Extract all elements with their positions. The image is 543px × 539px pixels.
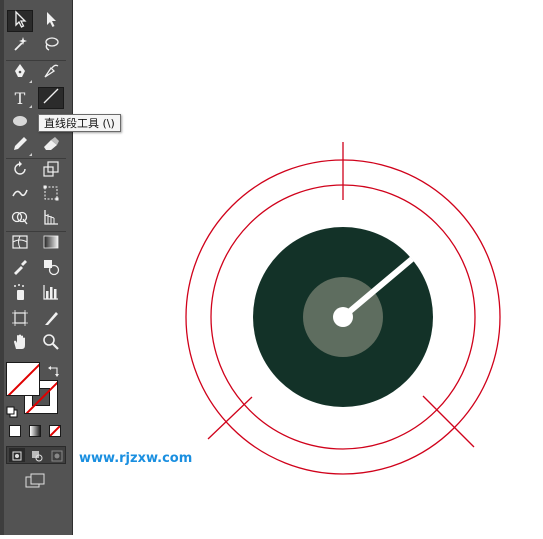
lasso-tool[interactable] xyxy=(38,35,64,57)
draw-behind-button[interactable] xyxy=(29,448,45,462)
type-tool[interactable]: T xyxy=(7,87,33,109)
needle-pivot xyxy=(333,307,353,327)
eraser-icon xyxy=(42,135,60,157)
line-segment-tool[interactable] xyxy=(38,87,64,109)
draw-mode-group xyxy=(6,446,66,464)
panel-grip[interactable] xyxy=(0,0,4,535)
symbol-sprayer-tool[interactable] xyxy=(7,283,33,305)
flyout-indicator xyxy=(29,80,32,83)
shape-builder-icon xyxy=(11,208,29,230)
draw-normal-icon xyxy=(12,451,22,461)
draw-normal-button[interactable] xyxy=(9,448,25,462)
free-transform-tool[interactable] xyxy=(38,184,64,206)
eyedropper-icon xyxy=(11,258,29,280)
direct-selection-tool[interactable] xyxy=(38,10,64,32)
gradient-mode-button[interactable] xyxy=(29,425,41,437)
artboard-tool[interactable] xyxy=(7,309,33,331)
toolbar-divider xyxy=(6,231,66,232)
slice-tool[interactable] xyxy=(38,309,64,331)
scale-icon xyxy=(42,160,60,182)
curvature-tool[interactable] xyxy=(38,62,64,84)
screen-mode-icon xyxy=(25,473,45,488)
pen-tool[interactable] xyxy=(7,62,33,84)
column-graph-tool[interactable] xyxy=(38,283,64,305)
ellipse-tool[interactable] xyxy=(7,112,33,134)
tools-panel: T 直线段工具 (\) xyxy=(0,0,121,535)
artboard-icon xyxy=(11,309,29,331)
hand-tool[interactable] xyxy=(7,333,33,355)
eraser-tool[interactable] xyxy=(38,135,64,157)
eyedropper-tool[interactable] xyxy=(7,258,33,280)
draw-inside-icon xyxy=(51,450,63,462)
color-mode-button[interactable] xyxy=(9,425,21,437)
perspective-grid-tool[interactable] xyxy=(38,208,64,230)
swap-fill-stroke-icon[interactable] xyxy=(48,362,60,377)
free-transform-icon xyxy=(42,184,60,206)
flyout-indicator xyxy=(29,105,32,108)
none-mode-button[interactable] xyxy=(49,425,61,437)
toolbar-divider xyxy=(6,60,66,61)
screen-mode-button[interactable] xyxy=(24,472,46,490)
lasso-icon xyxy=(42,35,60,57)
line-segment-icon xyxy=(42,87,60,109)
blend-tool[interactable] xyxy=(38,258,64,280)
default-fill-stroke-icon[interactable] xyxy=(6,403,18,418)
draw-inside-button[interactable] xyxy=(49,448,65,462)
warp-icon xyxy=(11,184,29,206)
scale-tool[interactable] xyxy=(38,160,64,182)
bottom-right-tick-line xyxy=(422,395,475,448)
type-icon: T xyxy=(14,88,26,108)
gradient-tool[interactable] xyxy=(38,233,64,255)
hand-icon xyxy=(11,333,29,355)
pencil-tool[interactable] xyxy=(7,135,33,157)
toolbar-divider xyxy=(6,158,66,159)
bottom-left-tick-line xyxy=(207,396,253,440)
warp-tool[interactable] xyxy=(7,184,33,206)
blend-icon xyxy=(42,258,60,280)
magic-wand-tool[interactable] xyxy=(7,35,33,57)
selection-tool[interactable] xyxy=(7,10,33,32)
direct-selection-arrow-icon xyxy=(42,10,60,32)
fill-swatch[interactable] xyxy=(6,362,40,396)
rotate-icon xyxy=(11,160,29,182)
pencil-icon xyxy=(11,135,29,157)
slice-icon xyxy=(42,309,60,331)
draw-behind-icon xyxy=(32,451,43,462)
curvature-pen-icon xyxy=(42,62,60,84)
site-watermark: www.rjzxw.com xyxy=(79,451,193,466)
flyout-indicator xyxy=(29,153,32,156)
ellipse-icon xyxy=(11,112,29,134)
perspective-grid-icon xyxy=(42,208,60,230)
selection-arrow-icon xyxy=(11,10,29,32)
symbol-sprayer-icon xyxy=(11,283,29,305)
pen-icon xyxy=(11,62,29,84)
zoom-icon xyxy=(42,333,60,355)
rotate-tool[interactable] xyxy=(7,160,33,182)
mesh-icon xyxy=(11,233,29,255)
column-graph-icon xyxy=(42,283,60,305)
mesh-tool[interactable] xyxy=(7,233,33,255)
zoom-tool[interactable] xyxy=(38,333,64,355)
gradient-icon xyxy=(42,233,60,255)
magic-wand-icon xyxy=(11,35,29,57)
shape-builder-tool[interactable] xyxy=(7,208,33,230)
none-slash-icon xyxy=(7,363,39,395)
none-slash-icon xyxy=(50,426,60,436)
